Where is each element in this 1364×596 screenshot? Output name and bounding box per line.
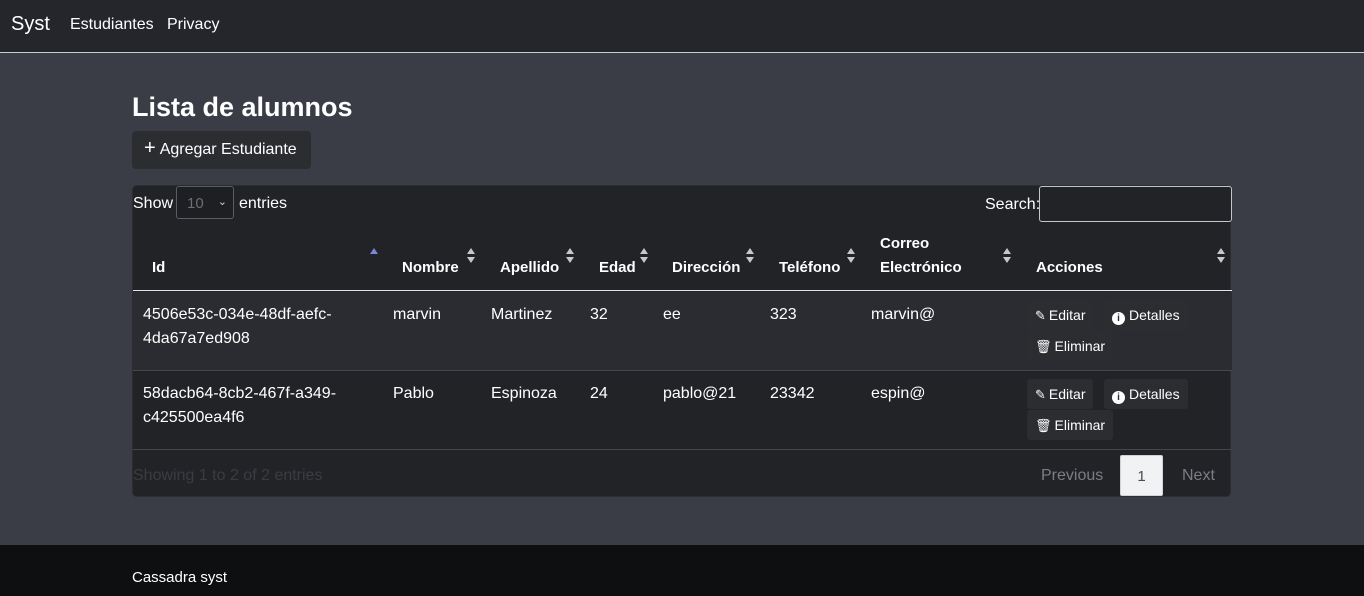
delete-button[interactable]: 🗑 Eliminar [1027,331,1114,361]
show-label: Show [133,195,174,212]
cell-nombre: Pablo [393,385,434,402]
sort-icon [566,248,575,264]
add-student-label: Agregar Estudiante [159,141,297,158]
col-header-edad[interactable]: Edad [599,256,636,280]
cell-apellido: Martinez [491,306,553,323]
details-label: Detalles [1129,386,1180,402]
navbar: Syst Estudiantes Privacy [0,0,1364,53]
nav-link-privacy[interactable]: Privacy [167,16,219,34]
footer-text: Cassadra syst [132,569,228,586]
sort-icon [467,248,476,264]
search-input[interactable] [1039,186,1232,222]
pagination-next[interactable]: Next [1182,467,1215,485]
details-label: Detalles [1129,307,1180,323]
pagination-page-1[interactable]: 1 [1120,455,1163,496]
cell-apellido: Espinoza [491,385,557,402]
edit-icon: ✎ [1035,387,1046,402]
col-header-correo-line2[interactable]: Electrónico [880,256,962,280]
cell-id-line2: 4da67a7ed908 [143,330,250,347]
delete-label: Eliminar [1054,417,1106,433]
footer: Cassadra syst [0,545,1364,596]
edit-button[interactable]: ✎ Editar [1027,379,1094,409]
brand-link[interactable]: Syst [11,13,50,36]
page-title: Lista de alumnos [132,92,353,122]
edit-button[interactable]: ✎ Editar [1027,300,1094,330]
cell-telefono: 23342 [770,385,815,402]
edit-icon: ✎ [1035,308,1046,323]
edit-label: Editar [1048,386,1086,402]
cell-correo: marvin@ [871,306,936,323]
col-header-id[interactable]: Id [152,256,165,280]
cell-id-line1: 58dacb64-8cb2-467f-a349- [143,385,337,402]
cell-id: 58dacb64-8cb2-467f-a349- c425500ea4f6 [143,382,336,430]
cell-correo: espin@ [871,385,926,402]
chevron-down-icon: ⌄ [217,196,227,208]
info-icon: i [1112,391,1125,404]
edit-label: Editar [1048,307,1086,323]
cell-id: 4506e53c-034e-48df-aefc- 4da67a7ed908 [143,303,332,351]
col-header-telefono[interactable]: Teléfono [779,256,840,280]
cell-edad: 24 [590,385,608,402]
table-row: 58dacb64-8cb2-467f-a349- c425500ea4f6 Pa… [133,371,1232,450]
sort-icon [847,248,856,264]
col-header-direccion[interactable]: Dirección [672,256,740,280]
sort-icon [1217,248,1226,264]
delete-label: Eliminar [1054,338,1106,354]
col-header-nombre[interactable]: Nombre [402,256,459,280]
nav-link-estudiantes[interactable]: Estudiantes [70,16,154,34]
sort-icon [1003,248,1012,264]
cell-nombre: marvin [393,306,442,323]
search-label: Search: [985,196,1041,213]
students-table-panel: Show 10 ⌄ entries Search: Id Nombre Apel… [132,185,1232,497]
entries-length-select[interactable]: 10 ⌄ [176,186,234,219]
cell-id-line2: c425500ea4f6 [143,409,245,426]
cell-direccion: pablo@21 [663,385,737,402]
sort-asc-icon [370,248,378,254]
details-button[interactable]: i Detalles [1104,379,1188,409]
sort-icon [746,248,755,264]
table-header: Id Nombre Apellido Edad Dirección Teléfo… [133,222,1232,291]
table-info-text: Showing 1 to 2 of 2 entries [133,467,323,484]
details-button[interactable]: i Detalles [1104,300,1188,330]
table-row: 4506e53c-034e-48df-aefc- 4da67a7ed908 ma… [133,292,1232,371]
plus-icon: + [144,137,156,159]
col-header-correo-line1[interactable]: Correo [880,232,929,256]
info-icon: i [1112,312,1125,325]
col-header-apellido[interactable]: Apellido [500,256,559,280]
cell-direccion: ee [663,306,681,323]
cell-id-line1: 4506e53c-034e-48df-aefc- [143,306,332,323]
trash-icon: 🗑 [1035,418,1052,433]
delete-button[interactable]: 🗑 Eliminar [1027,410,1114,440]
entries-length-value: 10 [187,195,204,212]
trash-icon: 🗑 [1035,339,1052,354]
cell-telefono: 323 [770,306,797,323]
col-header-acciones[interactable]: Acciones [1036,256,1103,280]
entries-label: entries [239,195,288,212]
pagination-previous[interactable]: Previous [1041,467,1103,485]
cell-edad: 32 [590,306,608,323]
add-student-button[interactable]: + Agregar Estudiante [132,131,311,169]
sort-icon [640,248,649,264]
